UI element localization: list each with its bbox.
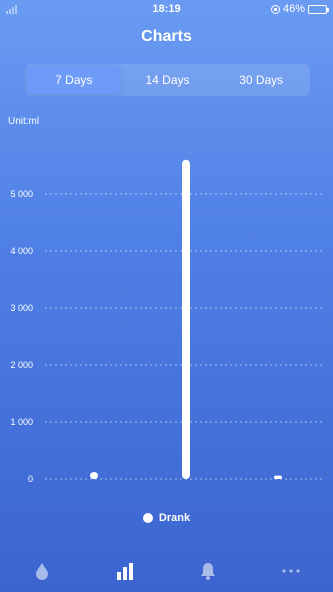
tab-14-days[interactable]: 14 Days — [121, 66, 215, 94]
legend-dot — [142, 513, 153, 523]
bar-day-1[interactable] — [90, 472, 98, 479]
bar-chart-icon — [116, 563, 133, 580]
y-tick-label: 3 000 — [10, 303, 33, 313]
y-tick-label: 5 000 — [10, 189, 33, 199]
period-segmented-control: 7 Days 14 Days 30 Days — [25, 64, 310, 96]
y-tick-label: 1 000 — [10, 417, 33, 427]
tab-7-days[interactable]: 7 Days — [27, 66, 121, 94]
battery-percent: 46% — [282, 3, 305, 15]
intake-bar-chart: 0 1 000 2 000 3 000 4 000 5 000 — [10, 159, 325, 484]
y-tick-label: 2 000 — [10, 360, 33, 370]
page-title: Charts — [141, 28, 192, 45]
nav-charts[interactable] — [83, 562, 166, 580]
nav-reminders[interactable] — [167, 562, 250, 580]
bottom-nav — [0, 550, 333, 592]
bar-day-3[interactable] — [274, 475, 282, 479]
y-tick-label: 4 000 — [10, 246, 33, 256]
y-tick-label: 0 — [28, 474, 33, 484]
bell-icon — [201, 563, 216, 580]
nav-drink[interactable] — [0, 562, 83, 580]
legend-label: Drank — [158, 512, 191, 524]
unit-label: Unit:ml — [8, 116, 40, 127]
drop-icon — [35, 563, 48, 580]
status-right: 46% — [270, 3, 329, 15]
status-bar: 18:19 46% — [0, 0, 333, 20]
rotation-lock-icon — [270, 4, 280, 14]
tab-30-days[interactable]: 30 Days — [214, 66, 308, 94]
battery-icon — [308, 4, 329, 14]
nav-more[interactable] — [250, 569, 333, 573]
bar-day-2[interactable] — [182, 159, 190, 479]
chart-legend: Drank — [0, 512, 333, 524]
more-icon — [282, 569, 300, 573]
